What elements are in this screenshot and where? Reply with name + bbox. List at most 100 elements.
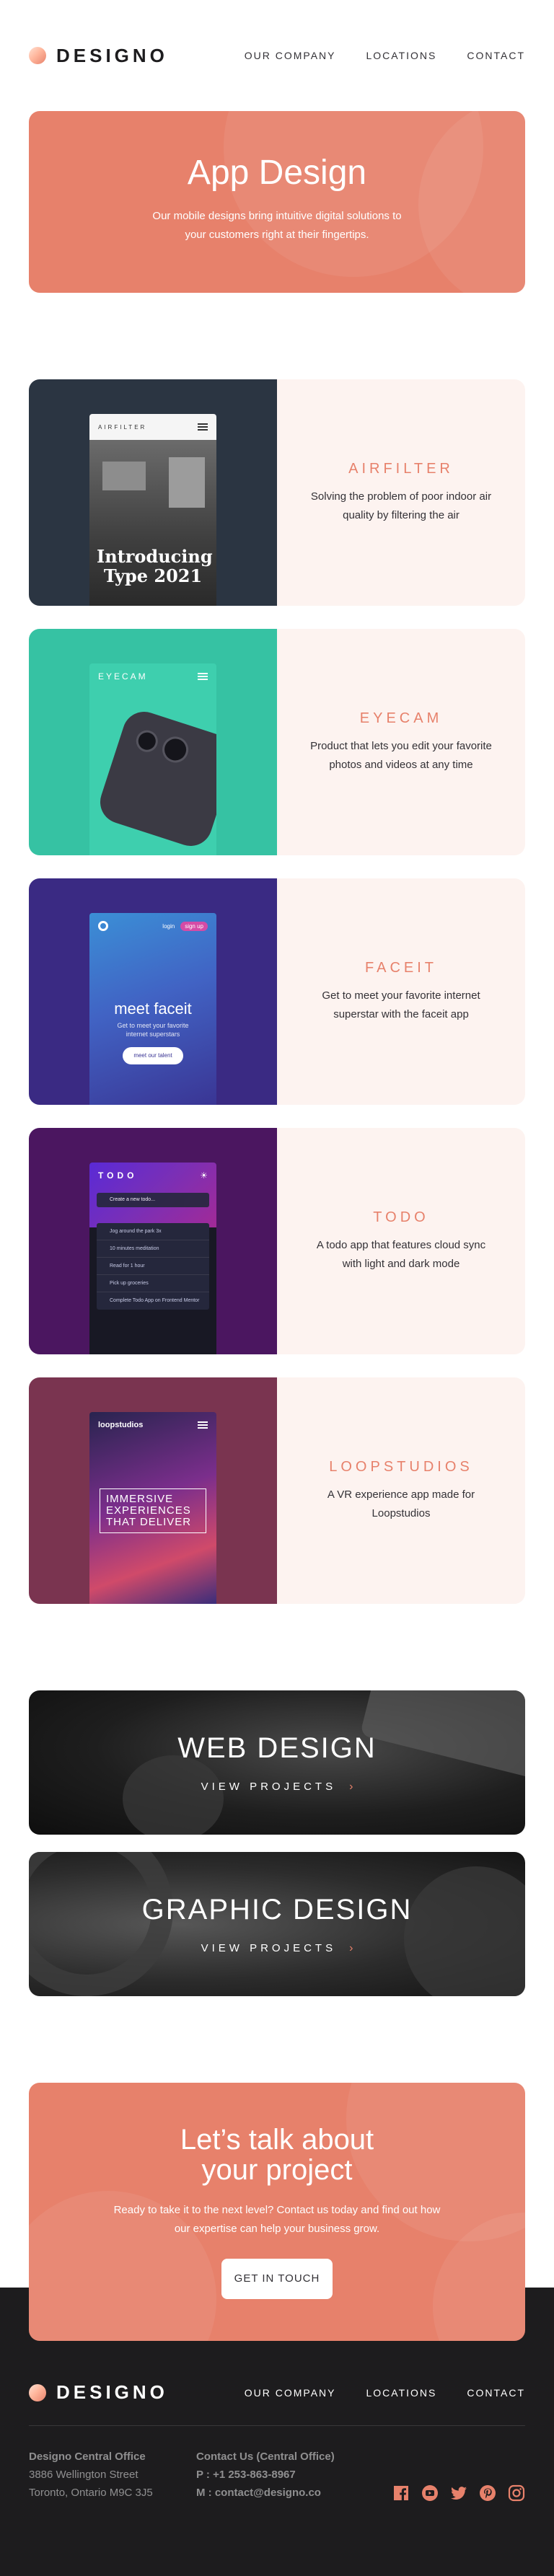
project-image-airfilter: AIRFILTER Introducing Type 2021	[29, 379, 277, 606]
phone-mockup: login sign up meet faceit Get to meet yo…	[89, 913, 216, 1105]
phone-headline: meet faceit	[114, 1000, 192, 1018]
phone-todo-item: Read for 1 hour	[97, 1258, 209, 1275]
contact-info: Contact Us (Central Office) P : +1 253-8…	[196, 2448, 364, 2502]
project-image-todo: TODO ☀ Create a new todo... Jog around t…	[29, 1128, 277, 1354]
pinterest-icon[interactable]	[479, 2484, 496, 2502]
view-projects-link[interactable]: VIEW PROJECTS ›	[201, 1781, 353, 1794]
project-info: EYECAM Product that lets you edit your f…	[277, 629, 525, 855]
phone-brand: EYECAM	[98, 671, 148, 682]
address-line-1: 3886 Wellington Street	[29, 2469, 138, 2481]
project-title: FACEIT	[364, 959, 437, 976]
project-image-loopstudios: loopstudios IMMERSIVE EXPERIENCES THAT D…	[29, 1377, 277, 1604]
menu-icon	[198, 423, 208, 431]
page-title: App Design	[187, 154, 367, 192]
phone-mockup: loopstudios IMMERSIVE EXPERIENCES THAT D…	[89, 1412, 216, 1604]
footer-bottom: Designo Central Office 3886 Wellington S…	[29, 2426, 525, 2502]
phone-todo-item: Pick up groceries	[97, 1275, 209, 1292]
logo[interactable]: DESIGNO	[29, 45, 168, 67]
phone-header: TODO ☀	[89, 1163, 216, 1188]
phone-mockup: AIRFILTER Introducing Type 2021	[89, 414, 216, 606]
project-info: AIRFILTER Solving the problem of poor in…	[277, 379, 525, 606]
menu-icon	[198, 1421, 208, 1429]
phone-hero-photo: Introducing Type 2021	[89, 440, 216, 606]
hero-description: Our mobile designs bring intuitive digit…	[152, 210, 402, 241]
email-address[interactable]: M : contact@designo.co	[196, 2484, 364, 2502]
cta-banner: Let’s talk about your project Ready to t…	[29, 2083, 525, 2341]
site-footer: DESIGNO OUR COMPANY LOCATIONS CONTACT De…	[0, 2341, 554, 2576]
project-info: TODO A todo app that features cloud sync…	[277, 1128, 525, 1354]
project-description: Get to meet your favorite internet super…	[322, 989, 480, 1020]
camera-lens-icon	[159, 733, 192, 767]
logo-mark-icon	[29, 47, 46, 64]
project-info: LOOPSTUDIOS A VR experience app made for…	[277, 1377, 525, 1604]
project-title: TODO	[373, 1209, 429, 1225]
nav-locations[interactable]: LOCATIONS	[366, 2387, 437, 2399]
address-line-2: Toronto, Ontario M9C 3J5	[29, 2487, 153, 2499]
project-description: Solving the problem of poor indoor air q…	[310, 490, 492, 521]
project-title: EYECAM	[359, 710, 443, 726]
logo-mark-icon	[29, 2383, 46, 2401]
phone-banner: TODO ☀ Create a new todo...	[89, 1163, 216, 1227]
project-card-airfilter[interactable]: AIRFILTER Introducing Type 2021 AIRFILTE…	[29, 379, 525, 606]
nav-locations[interactable]: LOCATIONS	[366, 50, 437, 61]
phone-todo-item: Jog around the park 3x	[97, 1223, 209, 1240]
category-title: GRAPHIC DESIGN	[141, 1893, 413, 1926]
logo-text: DESIGNO	[56, 2381, 168, 2403]
phone-brand: AIRFILTER	[98, 423, 147, 431]
footer-nav: OUR COMPANY LOCATIONS CONTACT	[245, 2387, 525, 2399]
sun-icon: ☀	[200, 1170, 208, 1181]
project-card-eyecam[interactable]: EYECAM EYECAM Product that lets you edit…	[29, 629, 525, 855]
nav-our-company[interactable]: OUR COMPANY	[245, 2387, 336, 2399]
phone-todo-item: 10 minutes meditation	[97, 1240, 209, 1258]
phone-subtext: Get to meet your favorite internet super…	[117, 1022, 189, 1038]
twitter-icon[interactable]	[450, 2484, 467, 2502]
footer-logo[interactable]: DESIGNO	[29, 2381, 168, 2404]
phone-login: login	[162, 922, 175, 930]
footer-top: DESIGNO OUR COMPANY LOCATIONS CONTACT	[29, 2341, 525, 2426]
category-graphic-design[interactable]: GRAPHIC DESIGN VIEW PROJECTS ›	[29, 1852, 525, 1996]
phone-todo-item: Complete Todo App on Frontend Mentor	[110, 1298, 200, 1303]
project-card-faceit[interactable]: login sign up meet faceit Get to meet yo…	[29, 878, 525, 1105]
category-title: WEB DESIGN	[177, 1732, 377, 1764]
camera-lens-icon	[133, 727, 161, 755]
project-card-loopstudios[interactable]: loopstudios IMMERSIVE EXPERIENCES THAT D…	[29, 1377, 525, 1604]
phone-brand: TODO	[98, 1170, 138, 1181]
category-web-design[interactable]: WEB DESIGN VIEW PROJECTS ›	[29, 1690, 525, 1835]
chevron-right-icon: ›	[349, 1780, 353, 1793]
get-in-touch-button[interactable]: GET IN TOUCH	[221, 2259, 333, 2299]
project-card-todo[interactable]: TODO ☀ Create a new todo... Jog around t…	[29, 1128, 525, 1354]
phone-signup: sign up	[180, 921, 208, 931]
project-image-eyecam: EYECAM	[29, 629, 277, 855]
hero-banner: App Design Our mobile designs bring intu…	[29, 111, 525, 293]
phone-mockup: TODO ☀ Create a new todo... Jog around t…	[89, 1163, 216, 1354]
faceit-logo-icon	[98, 921, 108, 931]
phone-headline: Introducing Type 2021	[97, 546, 213, 586]
phone-number[interactable]: P : +1 253-863-8967	[196, 2466, 364, 2484]
project-description: Product that lets you edit your favorite…	[310, 739, 492, 771]
project-description: A VR experience app made for Loopstudios	[327, 1488, 475, 1519]
nav-contact[interactable]: CONTACT	[467, 2387, 525, 2399]
project-description: A todo app that features cloud sync with…	[316, 1238, 486, 1270]
chevron-right-icon: ›	[349, 1941, 353, 1954]
facebook-icon[interactable]	[392, 2484, 410, 2502]
social-links	[392, 2484, 525, 2502]
instagram-icon[interactable]	[508, 2484, 525, 2502]
phone-todo-list: Jog around the park 3x 10 minutes medita…	[97, 1223, 209, 1310]
project-title: AIRFILTER	[348, 460, 454, 477]
site-header: DESIGNO OUR COMPANY LOCATIONS CONTACT	[0, 0, 554, 111]
youtube-icon[interactable]	[421, 2484, 439, 2502]
project-list: AIRFILTER Introducing Type 2021 AIRFILTE…	[29, 379, 525, 1604]
menu-icon	[198, 673, 208, 680]
contact-title: Contact Us (Central Office)	[196, 2451, 335, 2463]
project-title: LOOPSTUDIOS	[329, 1458, 473, 1475]
category-links: WEB DESIGN VIEW PROJECTS › GRAPHIC DESIG…	[29, 1690, 525, 1996]
phone-todo-input: Create a new todo...	[97, 1193, 209, 1207]
project-image-faceit: login sign up meet faceit Get to meet yo…	[29, 878, 277, 1105]
phone-header: login sign up	[89, 913, 216, 939]
phone-cta-button: meet our talent	[123, 1047, 183, 1064]
nav-contact[interactable]: CONTACT	[467, 50, 525, 61]
phone-header: AIRFILTER	[89, 414, 216, 440]
view-projects-link[interactable]: VIEW PROJECTS ›	[201, 1942, 353, 1955]
view-projects-label: VIEW PROJECTS	[201, 1781, 337, 1793]
nav-our-company[interactable]: OUR COMPANY	[245, 50, 336, 61]
